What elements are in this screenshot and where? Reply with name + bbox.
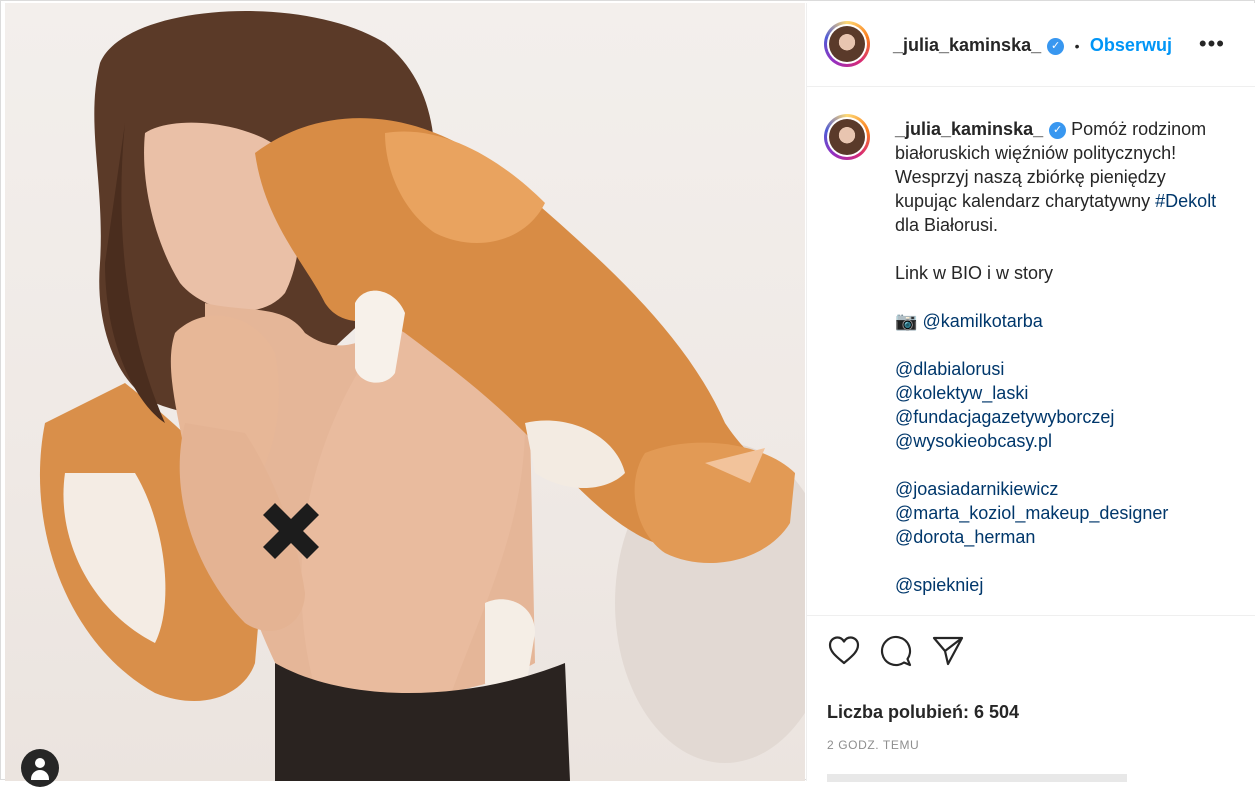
post-header: _julia_kaminska_ ✓ • Obserwuj ••• bbox=[807, 3, 1255, 87]
header-separator: • bbox=[1074, 38, 1080, 54]
caption-line-4: kupując kalendarz charytatywny #Dekolt bbox=[895, 189, 1240, 213]
likes-count[interactable]: Liczba polubień: 6 504 bbox=[827, 702, 1019, 723]
photo-illustration bbox=[39, 10, 805, 781]
caption-link-line: Link w BIO i w story bbox=[895, 263, 1054, 283]
mention-link[interactable]: @joasiadarnikiewicz bbox=[895, 477, 1240, 501]
caption-line-1-text: Pomóż rodzinom bbox=[1071, 119, 1207, 139]
hashtag-link[interactable]: #Dekolt bbox=[1155, 191, 1216, 211]
camera-icon: 📷 bbox=[895, 311, 918, 331]
user-icon-head bbox=[35, 758, 45, 768]
caption-photographer-line: 📷 @kamilkotarba bbox=[895, 309, 1240, 333]
verified-badge-icon: ✓ bbox=[1049, 121, 1067, 139]
author-avatar[interactable] bbox=[824, 21, 870, 67]
post-photo[interactable] bbox=[5, 3, 805, 781]
caption-area: _julia_kaminska_ ✓ Pomóż rodzinom białoru… bbox=[807, 87, 1255, 615]
post-actions: Liczba polubień: 6 504 2 GODZ. TEMU bbox=[807, 615, 1255, 782]
caption-username[interactable]: _julia_kaminska_ bbox=[895, 119, 1043, 139]
mention-link[interactable]: @dlabialorusi bbox=[895, 357, 1240, 381]
avatar-photo bbox=[829, 26, 865, 62]
mention-link[interactable]: @fundacjagazetywyborczej bbox=[895, 405, 1240, 429]
comment-input-preview[interactable] bbox=[827, 774, 1127, 782]
author-username[interactable]: _julia_kaminska_ bbox=[893, 35, 1041, 55]
avatar-ring-inner bbox=[827, 117, 867, 157]
header-user-row: _julia_kaminska_ ✓ • Obserwuj bbox=[893, 35, 1172, 56]
mention-link[interactable]: @dorota_herman bbox=[895, 525, 1240, 549]
post-sidebar: _julia_kaminska_ ✓ • Obserwuj ••• _julia_… bbox=[806, 3, 1255, 782]
caption-text: _julia_kaminska_ ✓ Pomóż rodzinom białoru… bbox=[895, 117, 1240, 597]
mention-link[interactable]: @marta_koziol_makeup_designer bbox=[895, 501, 1240, 525]
post-frame: _julia_kaminska_ ✓ • Obserwuj ••• _julia_… bbox=[0, 0, 1255, 787]
paper-plane-icon[interactable] bbox=[931, 634, 965, 668]
tagged-user-icon[interactable] bbox=[21, 749, 59, 787]
caption-line-5: dla Białorusi. bbox=[895, 215, 999, 235]
caption-line-4-text: kupując kalendarz charytatywny bbox=[895, 191, 1151, 211]
avatar-photo bbox=[829, 119, 865, 155]
post-time[interactable]: 2 GODZ. TEMU bbox=[827, 738, 919, 752]
caption-line-3: Wesprzyj naszą zbiórkę pieniędzy bbox=[895, 167, 1166, 187]
caption-avatar[interactable] bbox=[824, 114, 870, 160]
heart-icon[interactable] bbox=[827, 634, 861, 668]
mention-link[interactable]: @kamilkotarba bbox=[922, 311, 1042, 331]
mention-link[interactable]: @kolektyw_laski bbox=[895, 381, 1240, 405]
avatar-ring-inner bbox=[827, 24, 867, 64]
mention-link[interactable]: @spiekniej bbox=[895, 573, 1240, 597]
more-options-icon[interactable]: ••• bbox=[1199, 31, 1225, 57]
mention-link[interactable]: @wysokieobcasy.pl bbox=[895, 429, 1240, 453]
follow-button[interactable]: Obserwuj bbox=[1090, 35, 1172, 55]
user-icon-body bbox=[31, 770, 49, 780]
verified-badge-icon: ✓ bbox=[1047, 38, 1065, 56]
comment-bubble-icon[interactable] bbox=[879, 634, 913, 668]
caption-line-2: białoruskich więźniów politycznych! bbox=[895, 143, 1177, 163]
caption-line-1: _julia_kaminska_ ✓ Pomóż rodzinom bbox=[895, 117, 1240, 141]
